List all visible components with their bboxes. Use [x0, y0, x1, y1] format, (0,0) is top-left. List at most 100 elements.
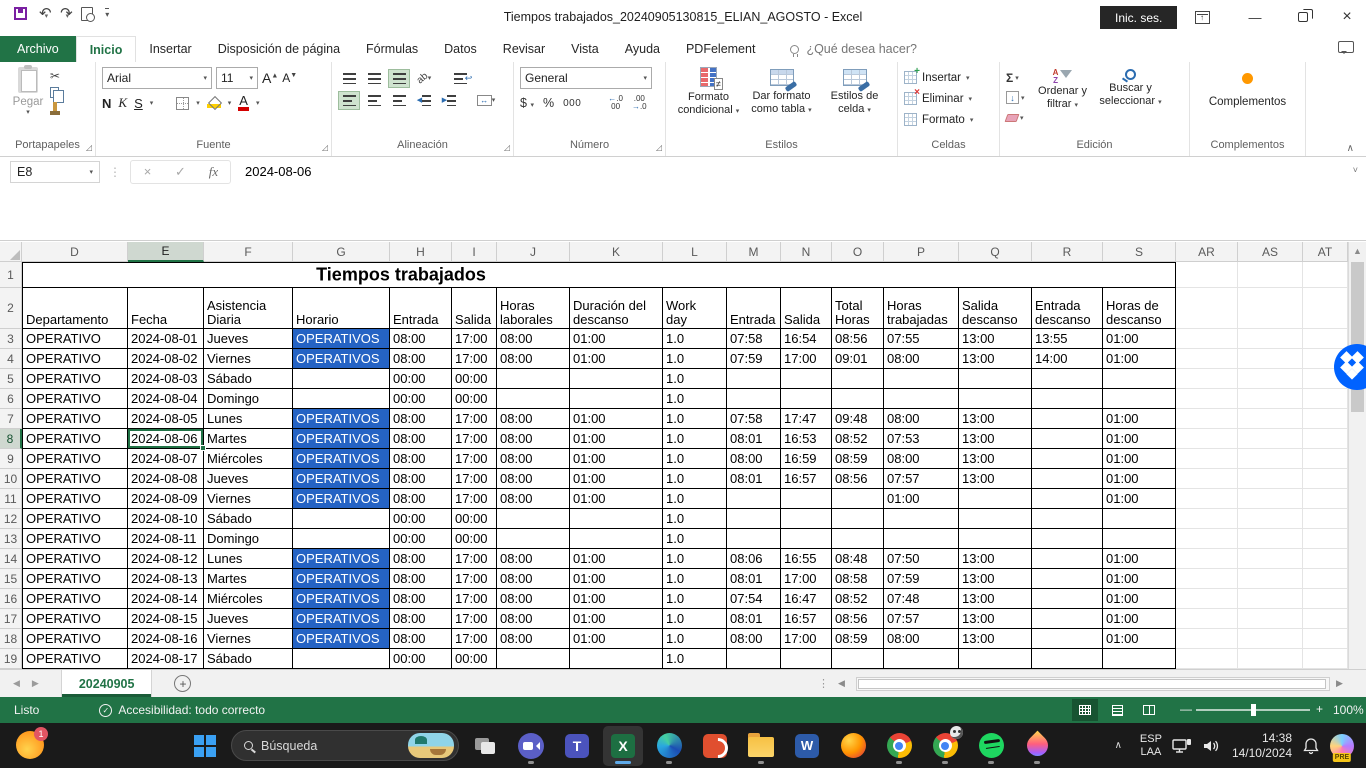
row-header-12[interactable]: 12 [0, 509, 22, 529]
cell-O10[interactable]: 08:56 [832, 469, 884, 489]
format-cells-button[interactable]: Formato ▾ [904, 109, 993, 130]
cell-Q12[interactable] [959, 509, 1032, 529]
cell-N15[interactable]: 17:00 [781, 569, 832, 589]
cell-I11[interactable]: 17:00 [452, 489, 497, 509]
cell-S6[interactable] [1103, 389, 1176, 409]
cell-R14[interactable] [1032, 549, 1103, 569]
cell-Q9[interactable]: 13:00 [959, 449, 1032, 469]
redo-button[interactable]: ↷▾ [60, 6, 73, 21]
cell-N12[interactable] [781, 509, 832, 529]
cell-H7[interactable]: 08:00 [390, 409, 452, 429]
cell-E12[interactable]: 2024-08-10 [128, 509, 204, 529]
cell-G11[interactable]: OPERATIVOS [293, 489, 390, 509]
cell-O16[interactable]: 08:52 [832, 589, 884, 609]
cell-M15[interactable]: 08:01 [727, 569, 781, 589]
hscroll-left-icon[interactable]: ◀ [838, 678, 845, 689]
column-header-S[interactable]: S [1103, 242, 1176, 262]
cell[interactable] [1176, 609, 1238, 629]
cell-M13[interactable] [727, 529, 781, 549]
cell-H9[interactable]: 08:00 [390, 449, 452, 469]
cell-F9[interactable]: Miércoles [204, 449, 293, 469]
cell[interactable] [1238, 349, 1303, 369]
cell-J10[interactable]: 08:00 [497, 469, 570, 489]
cell-F19[interactable]: Sábado [204, 649, 293, 669]
clock[interactable]: 14:38 14/10/2024 [1232, 731, 1292, 761]
page-break-view-button[interactable] [1136, 699, 1162, 721]
sheet-nav-left-icon[interactable]: ◀ [13, 678, 20, 689]
column-header-P[interactable]: P [884, 242, 959, 262]
row-header-7[interactable]: 7 [0, 409, 22, 429]
cell-D8[interactable]: OPERATIVO [22, 429, 128, 449]
cell-G13[interactable] [293, 529, 390, 549]
cell-F16[interactable]: Miércoles [204, 589, 293, 609]
cell-S16[interactable]: 01:00 [1103, 589, 1176, 609]
cell-M8[interactable]: 08:01 [727, 429, 781, 449]
currency-button[interactable]: $ ▾ [520, 96, 534, 110]
firefox-button[interactable] [833, 726, 873, 766]
column-header-M[interactable]: M [727, 242, 781, 262]
cell-L14[interactable]: 1.0 [663, 549, 727, 569]
cell-P6[interactable] [884, 389, 959, 409]
cell-H18[interactable]: 08:00 [390, 629, 452, 649]
cell-J15[interactable]: 08:00 [497, 569, 570, 589]
copy-icon[interactable] [50, 87, 64, 103]
header-cell-S2[interactable]: Horas de descanso [1103, 288, 1176, 329]
row-header-19[interactable]: 19 [0, 649, 22, 669]
cell[interactable] [1176, 589, 1238, 609]
tab-archivo[interactable]: Archivo [0, 36, 76, 62]
zoom-out-button[interactable]: — [1180, 702, 1192, 716]
cell-G16[interactable]: OPERATIVOS [293, 589, 390, 609]
cell[interactable] [1238, 529, 1303, 549]
cell-D15[interactable]: OPERATIVO [22, 569, 128, 589]
cell-O4[interactable]: 09:01 [832, 349, 884, 369]
cell-F15[interactable]: Martes [204, 569, 293, 589]
cell-G17[interactable]: OPERATIVOS [293, 609, 390, 629]
delete-cells-button[interactable]: × Eliminar ▾ [904, 87, 993, 109]
cell-H11[interactable]: 08:00 [390, 489, 452, 509]
find-select-button[interactable]: Buscar y seleccionar ▾ [1097, 67, 1165, 139]
cell-E7[interactable]: 2024-08-05 [128, 409, 204, 429]
column-header-AS[interactable]: AS [1238, 242, 1303, 262]
row-header-13[interactable]: 13 [0, 529, 22, 549]
cell-G6[interactable] [293, 389, 390, 409]
horizontal-scroll-thumb[interactable] [858, 679, 1326, 689]
cell-H13[interactable]: 00:00 [390, 529, 452, 549]
cell-H6[interactable]: 00:00 [390, 389, 452, 409]
page-layout-view-button[interactable] [1104, 699, 1130, 721]
select-all-button[interactable] [0, 242, 22, 262]
cell[interactable] [1303, 589, 1348, 609]
cell-I12[interactable]: 00:00 [452, 509, 497, 529]
cell-E6[interactable]: 2024-08-04 [128, 389, 204, 409]
cell-P8[interactable]: 07:53 [884, 429, 959, 449]
header-cell-L2[interactable]: Work day [663, 288, 727, 329]
font-name-select[interactable]: Arial ▾ [102, 67, 212, 89]
row-header-18[interactable]: 18 [0, 629, 22, 649]
decrease-indent-button[interactable]: ◀ [413, 91, 435, 110]
column-header-E[interactable]: E [128, 242, 204, 262]
cell-R15[interactable] [1032, 569, 1103, 589]
cell-R11[interactable] [1032, 489, 1103, 509]
underline-chevron-icon[interactable]: ▾ [150, 99, 154, 107]
cell-K12[interactable] [570, 509, 663, 529]
cell-G8[interactable]: OPERATIVOS [293, 429, 390, 449]
format-as-table-button[interactable]: Dar formato como tabla ▾ [745, 67, 818, 139]
cell-O5[interactable] [832, 369, 884, 389]
cell-E16[interactable]: 2024-08-14 [128, 589, 204, 609]
cell-J8[interactable]: 08:00 [497, 429, 570, 449]
cell-K13[interactable] [570, 529, 663, 549]
dialog-launcher-icon[interactable]: ◿ [86, 143, 92, 152]
row-header-3[interactable]: 3 [0, 329, 22, 349]
cell-I16[interactable]: 17:00 [452, 589, 497, 609]
accessibility-status[interactable]: ✓ Accesibilidad: todo correcto [99, 703, 265, 717]
cell[interactable] [1303, 329, 1348, 349]
cell-R9[interactable] [1032, 449, 1103, 469]
cell-D11[interactable]: OPERATIVO [22, 489, 128, 509]
header-cell-O2[interactable]: Total Horas [832, 288, 884, 329]
cell-K10[interactable]: 01:00 [570, 469, 663, 489]
enter-icon[interactable]: ✓ [164, 164, 197, 180]
cell-P19[interactable] [884, 649, 959, 669]
tab-formulas[interactable]: Fórmulas [353, 36, 431, 62]
clear-button[interactable]: ▾ [1004, 109, 1025, 126]
format-painter-icon[interactable] [50, 102, 60, 115]
cell-S4[interactable]: 01:00 [1103, 349, 1176, 369]
